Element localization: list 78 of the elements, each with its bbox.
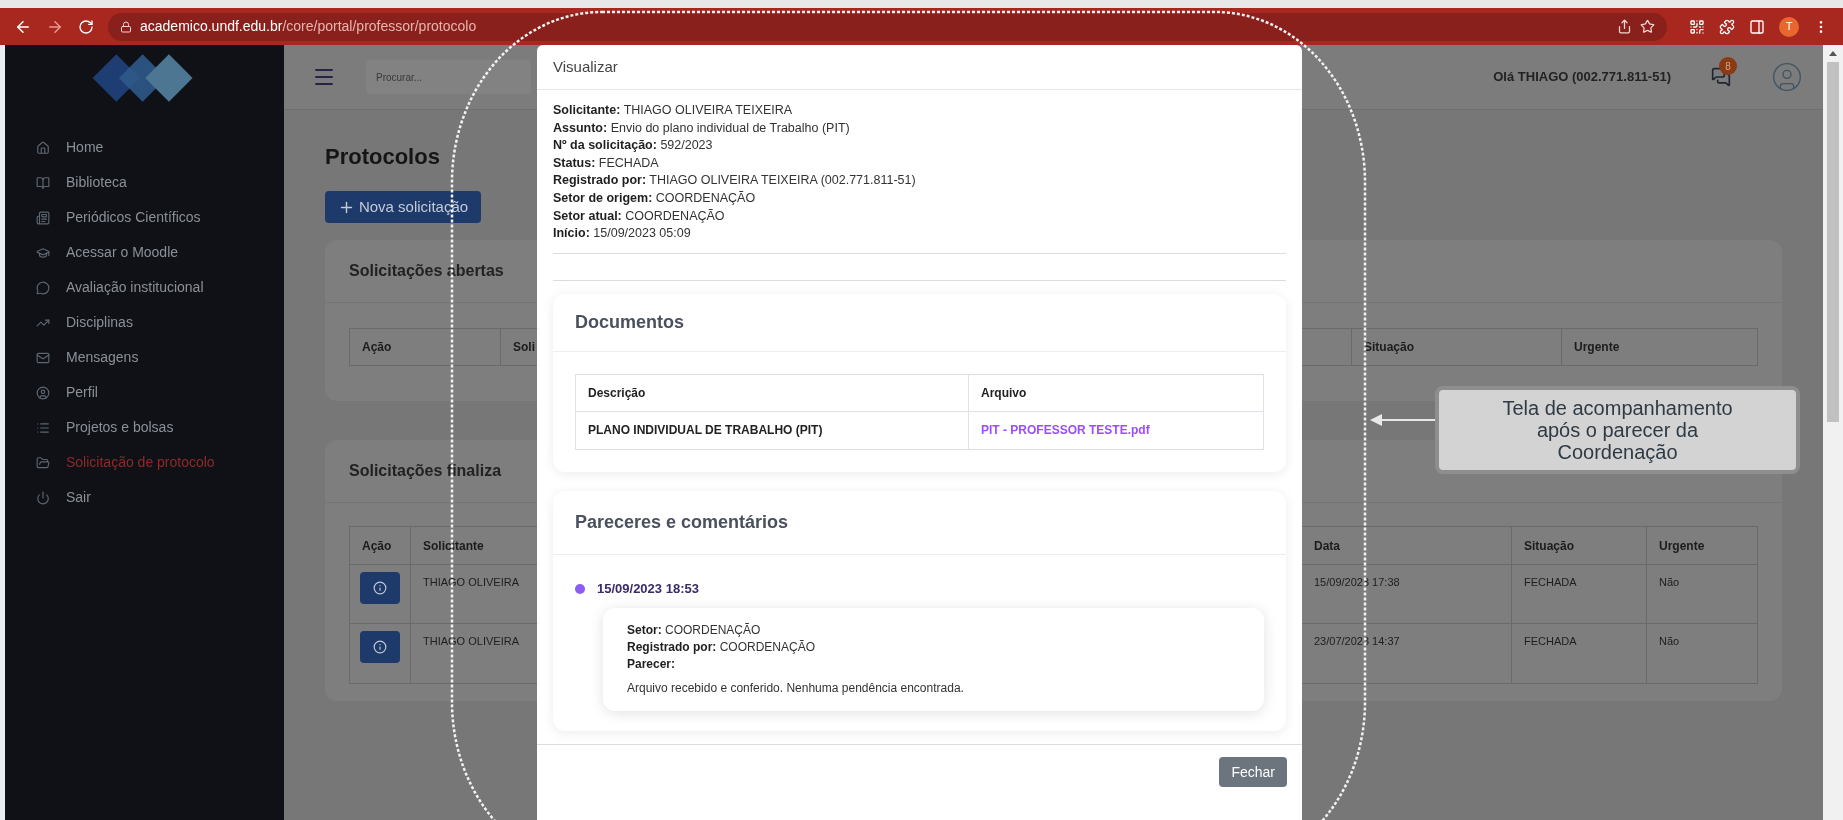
profile-avatar[interactable]: T xyxy=(1779,16,1799,37)
info-button[interactable] xyxy=(360,572,400,604)
table-cell: THIAGO OLIVEIRA xyxy=(423,576,519,588)
sidebar-item[interactable]: Projetos e bolsas xyxy=(5,410,284,445)
table-header-cell: Situação xyxy=(1512,527,1647,564)
table-header-cell-text: Urgente xyxy=(1658,537,1706,555)
table-header-cell: Ação xyxy=(350,329,501,365)
power-icon xyxy=(36,490,50,505)
table-cell: 23/07/2023 14:37 xyxy=(1314,635,1400,647)
sidebar-item[interactable]: Mensagens xyxy=(5,340,284,375)
lock-icon xyxy=(120,20,132,33)
url-text: academico.undf.edu.br/core/portal/professor/protocolo xyxy=(140,17,477,36)
table-cell: Não xyxy=(1659,635,1680,647)
sidebar-item[interactable]: Avaliação institucional xyxy=(5,270,284,305)
info-button[interactable] xyxy=(360,631,400,663)
scroll-up-icon[interactable] xyxy=(1829,51,1837,56)
share-icon[interactable] xyxy=(1617,19,1632,34)
page-title: Protocolos xyxy=(325,143,440,171)
envelope-icon xyxy=(36,350,50,365)
table-header-cell: Ação xyxy=(350,527,411,564)
puzzle-icon[interactable] xyxy=(1719,18,1735,35)
table-cell: FECHADA xyxy=(1524,576,1577,588)
sidebar-item[interactable]: Home xyxy=(5,130,284,165)
info-line: Setor atual: COORDENAÇÃO xyxy=(553,207,726,225)
search-field[interactable]: Procurar... xyxy=(366,60,531,94)
speech-bubble-icon xyxy=(36,280,50,295)
table-cell-text: PLANO INDIVIDUAL DE TRABALHO (PIT) xyxy=(588,422,823,440)
sidebar-item[interactable]: Periódicos Científicos xyxy=(5,200,284,235)
close-button[interactable]: Fechar xyxy=(1219,757,1287,788)
house-icon xyxy=(36,140,50,155)
new-request-button[interactable]: Nova solicitação xyxy=(325,191,481,223)
cap-icon xyxy=(36,245,50,260)
table-cell: THIAGO OLIVEIRA xyxy=(423,635,519,647)
modal-title: Visualizar xyxy=(553,56,618,77)
star-icon[interactable] xyxy=(1640,19,1655,34)
info-icon xyxy=(373,581,387,595)
book-icon xyxy=(36,175,50,190)
list-icon xyxy=(36,420,50,435)
info-line: Nº da solicitação: 592/2023 xyxy=(553,137,714,155)
table-cell: 15/09/2023 17:38 xyxy=(1314,576,1400,588)
notification-badge: 8 xyxy=(1719,57,1737,75)
folder-icon xyxy=(36,455,50,470)
qr-code-icon[interactable] xyxy=(1689,18,1705,35)
comment-text: Arquivo recebido e conferido. Nenhuma pendência encontrada. xyxy=(627,680,965,698)
side-panel-icon[interactable] xyxy=(1749,18,1765,35)
info-line: Assunto: Envio do plano individual de Trabalho (PIT) xyxy=(553,119,851,137)
table-header-cell: Descrição xyxy=(576,374,969,411)
info-line: Início: 15/09/2023 05:09 xyxy=(553,225,692,243)
card-title: Solicitações abertas xyxy=(349,261,504,281)
card-title: Solicitações finaliza xyxy=(349,461,502,481)
info-line: Registrado por: COORDENAÇÃO xyxy=(627,639,817,657)
scrollbar[interactable] xyxy=(1823,45,1843,820)
file-link[interactable]: PIT - PROFESSOR TESTE.pdf xyxy=(981,421,1150,440)
table-cell: Não xyxy=(1659,576,1680,588)
table-header-cell-text: Urgente xyxy=(1573,339,1621,356)
callout-box: Tela de acompanhamento após o parecer da Coordenação xyxy=(1435,386,1800,474)
sidebar-item[interactable]: Disciplinas xyxy=(5,305,284,340)
reload-icon[interactable] xyxy=(78,18,94,35)
info-line: Status: FECHADA xyxy=(553,154,660,172)
newspaper-icon xyxy=(36,210,50,225)
sidebar-item[interactable]: Acessar o Moodle xyxy=(5,235,284,270)
table-header-cell: Situação xyxy=(1352,329,1562,365)
greeting-text: Olá THIAGO (002.771.811-51) xyxy=(1493,68,1671,87)
info-line: Setor de origem: COORDENAÇÃO xyxy=(553,189,757,207)
info-line: Registrado por: THIAGO OLIVEIRA TEIXEIRA (002.771.811-51) xyxy=(553,172,917,190)
pointer-arrow xyxy=(1370,413,1436,427)
table-header-cell-text: Arquivo xyxy=(980,384,1028,402)
table-cell: FECHADA xyxy=(1524,635,1577,647)
info-icon xyxy=(373,640,387,654)
sidebar-item[interactable]: Sair xyxy=(5,480,284,515)
sidebar-item[interactable]: Biblioteca xyxy=(5,165,284,200)
info-line: Parecer: xyxy=(627,656,677,674)
sidebar-item[interactable]: Perfil xyxy=(5,375,284,410)
info-line: Setor: COORDENAÇÃO xyxy=(627,622,762,640)
comment-datetime: 15/09/2023 18:53 xyxy=(597,579,699,598)
info-line: Solicitante: THIAGO OLIVEIRA TEIXEIRA xyxy=(553,102,794,119)
address-bar[interactable]: academico.undf.edu.br/core/portal/professor/protocolo xyxy=(108,12,1667,41)
user-icon xyxy=(36,385,50,400)
